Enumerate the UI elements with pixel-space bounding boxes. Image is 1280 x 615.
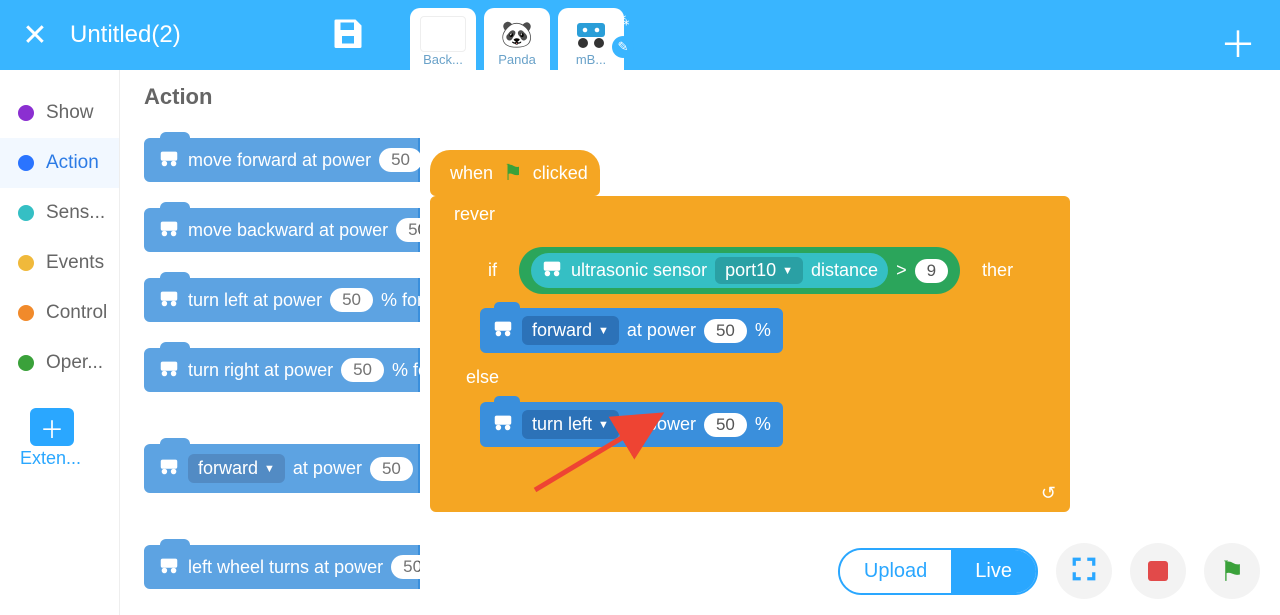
script-stage[interactable]: when ⚑ clicked rever if [420, 70, 1280, 615]
flag-icon: ⚑ [503, 160, 523, 186]
stop-icon [1148, 561, 1168, 581]
direction-dropdown[interactable]: turn left▼ [522, 410, 619, 439]
block-two-wheels[interactable]: left wheel turns at power 50 %, right wh… [144, 545, 420, 589]
value-pill[interactable]: 50 [704, 413, 747, 437]
mbot-icon [568, 16, 614, 52]
live-mode[interactable]: Live [951, 550, 1036, 593]
category-sidebar: Show Action Sens... Events Control Oper.… [0, 70, 120, 615]
stage-controls: Upload Live ⚑ [838, 543, 1260, 599]
robot-icon [158, 359, 180, 382]
chevron-down-icon: ▼ [598, 419, 609, 431]
block-turn-right[interactable]: turn right at power 50 % for 1 secs [144, 348, 420, 392]
value-pill[interactable]: 50 [391, 555, 420, 579]
sidebar-item-events[interactable]: Events [0, 238, 119, 288]
forever-block[interactable]: rever if ultrasonic sensor [430, 196, 1070, 512]
sidebar-item-label: Events [46, 252, 104, 274]
script-stack[interactable]: when ⚑ clicked rever if [430, 150, 1070, 512]
block-turnleft-power[interactable]: turn left▼ at power 50 % [480, 402, 783, 447]
extension-button[interactable]: ＋ [30, 408, 74, 446]
sidebar-item-sensing[interactable]: Sens... [0, 188, 119, 238]
tab-label: mB... [576, 52, 606, 67]
background-thumb-icon [420, 16, 466, 52]
robot-icon [158, 556, 180, 579]
value-pill[interactable]: 50 [704, 319, 747, 343]
sidebar-item-control[interactable]: Control [0, 288, 119, 338]
condition-operator[interactable]: ultrasonic sensor port10▼ distance > 9 [519, 247, 960, 294]
fullscreen-button[interactable] [1056, 543, 1112, 599]
value-pill[interactable]: 50 [396, 218, 420, 242]
value-pill[interactable]: 50 [341, 358, 384, 382]
main-area: Show Action Sens... Events Control Oper.… [0, 70, 1280, 615]
block-forward-power[interactable]: forward▼ at power 50 % [480, 308, 783, 353]
sidebar-item-label: Show [46, 102, 94, 124]
value-pill[interactable]: 9 [915, 259, 948, 283]
block-move-forward[interactable]: move forward at power 50 % for 1 secs [144, 138, 420, 182]
block-move-backward[interactable]: move backward at power 50 % for 1 secs [144, 208, 420, 252]
top-bar: ✕ Untitled(2) Back... 🐼 Panda mB... ⁂ ✎ … [0, 0, 1280, 70]
block-direction-power[interactable]: forward▼ at power 50 % [144, 444, 420, 493]
block-palette[interactable]: Action move forward at power 50 % for 1 … [120, 70, 420, 615]
robot-icon [492, 319, 514, 342]
chevron-down-icon: ▼ [598, 325, 609, 337]
robot-icon [158, 149, 180, 172]
robot-icon [158, 219, 180, 242]
sidebar-item-action[interactable]: Action [0, 138, 119, 188]
robot-icon [158, 457, 180, 480]
sidebar-item-operators[interactable]: Oper... [0, 338, 119, 388]
close-icon[interactable]: ✕ [0, 18, 70, 53]
direction-dropdown[interactable]: forward▼ [522, 316, 619, 345]
chevron-down-icon: ▼ [782, 265, 793, 277]
sensor-reporter[interactable]: ultrasonic sensor port10▼ distance [531, 253, 888, 288]
upload-mode[interactable]: Upload [840, 550, 951, 593]
port-dropdown[interactable]: port10▼ [715, 257, 803, 284]
tab-label: Panda [498, 52, 536, 67]
tab-mbot[interactable]: mB... ⁂ ✎ [558, 8, 624, 70]
value-pill[interactable]: 50 [330, 288, 373, 312]
fullscreen-icon [1071, 556, 1097, 587]
stop-button[interactable] [1130, 543, 1186, 599]
chevron-down-icon: ▼ [264, 463, 275, 475]
mode-toggle[interactable]: Upload Live [838, 548, 1038, 595]
sidebar-item-label: Control [46, 302, 107, 324]
project-title[interactable]: Untitled(2) [70, 21, 330, 49]
save-icon[interactable] [330, 15, 366, 56]
sidebar-item-show[interactable]: Show [0, 88, 119, 138]
add-device-icon[interactable]: ＋ [1220, 16, 1256, 68]
block-turn-left[interactable]: turn left at power 50 % for 1 secs [144, 278, 420, 322]
robot-icon [541, 259, 563, 282]
flag-icon: ⚑ [1219, 555, 1244, 588]
device-tabs: Back... 🐼 Panda mB... ⁂ ✎ [406, 0, 628, 70]
robot-icon [158, 289, 180, 312]
extension-label: Exten... [20, 448, 119, 469]
sidebar-item-label: Oper... [46, 352, 103, 374]
bluetooth-icon[interactable]: ⁂ [612, 10, 634, 32]
direction-dropdown[interactable]: forward▼ [188, 454, 285, 483]
run-button[interactable]: ⚑ [1204, 543, 1260, 599]
palette-heading: Action [144, 84, 420, 110]
tab-panda[interactable]: 🐼 Panda [484, 8, 550, 70]
edit-icon[interactable]: ✎ [612, 36, 634, 58]
sidebar-item-label: Sens... [46, 202, 105, 224]
value-pill[interactable]: 50 [370, 457, 413, 481]
hat-block-when-flag[interactable]: when ⚑ clicked [430, 150, 600, 196]
if-else-block[interactable]: if ultrasonic sensor port10▼ distance > [452, 239, 1070, 469]
panda-icon: 🐼 [494, 16, 540, 52]
value-pill[interactable]: 50 [379, 148, 420, 172]
tab-label: Back... [423, 52, 463, 67]
sidebar-item-label: Action [46, 152, 99, 174]
loop-arrow-icon: ↺ [1041, 483, 1056, 504]
robot-icon [492, 413, 514, 436]
tab-background[interactable]: Back... [410, 8, 476, 70]
